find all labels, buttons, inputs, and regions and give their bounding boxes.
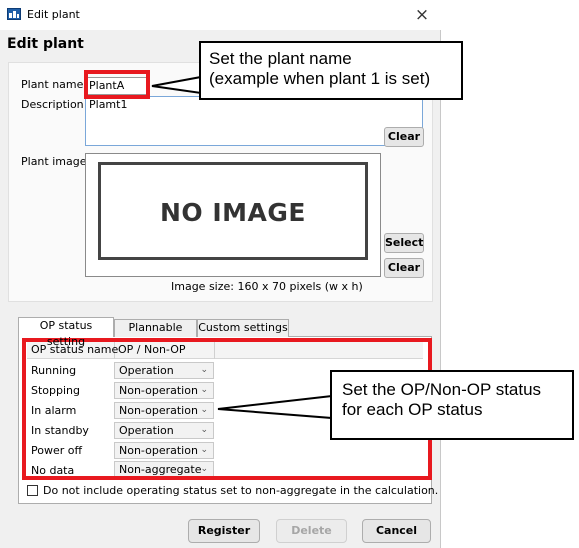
app-plant-icon (7, 8, 21, 20)
exclude-non-aggregate-label[interactable]: Do not include operating status set to n… (43, 484, 438, 497)
callout-text: for each OP status (342, 400, 483, 419)
cancel-button[interactable]: Cancel (362, 519, 431, 543)
plant-image-label: Plant image (21, 155, 87, 168)
plant-name-highlight (84, 70, 150, 99)
tab-plannable-time[interactable]: Plannable time (114, 319, 197, 350)
tab-op-status-setting[interactable]: OP status setting (18, 317, 114, 348)
window-title: Edit plant (27, 8, 80, 21)
callout-text: Set the OP/Non-OP status (342, 380, 542, 399)
select-image-button[interactable]: Select (384, 233, 424, 253)
callout-text: (example when plant 1 is set) (209, 69, 431, 88)
no-image-text: NO IMAGE (159, 198, 306, 227)
callout-plant-name: Set the plant name (example when plant 1… (199, 41, 463, 100)
clear-description-button[interactable]: Clear (384, 127, 424, 147)
callout-op-status: Set the OP/Non-OP status for each OP sta… (330, 370, 574, 440)
description-label: Description (21, 98, 84, 111)
tab-custom-settings[interactable]: Custom settings (197, 319, 289, 337)
callout-text: Set the plant name (209, 49, 352, 68)
description-textarea[interactable]: Plamt1 (85, 96, 423, 146)
delete-button[interactable]: Delete (276, 519, 347, 543)
page-title: Edit plant (7, 36, 84, 52)
exclude-non-aggregate-checkbox[interactable] (27, 485, 38, 496)
register-button[interactable]: Register (188, 519, 260, 543)
close-icon[interactable]: × (410, 4, 434, 26)
plant-name-label: Plant name (21, 78, 84, 91)
clear-image-button[interactable]: Clear (384, 258, 424, 278)
image-size-hint: Image size: 160 x 70 pixels (w x h) (171, 280, 363, 293)
